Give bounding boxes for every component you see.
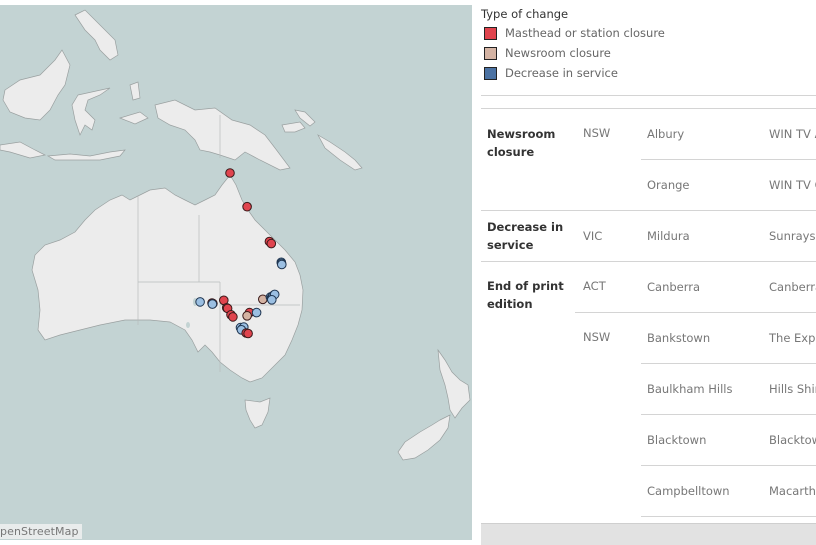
land-philippines	[74, 9, 119, 61]
divider	[481, 95, 816, 96]
legend-swatch-newsroom	[484, 46, 497, 60]
town-cell[interactable]: Campbelltown	[647, 484, 730, 498]
land-new-guinea	[154, 99, 291, 171]
land-tasmania	[244, 397, 271, 429]
legend-label: Decrease in service	[505, 66, 618, 80]
details-panel: Type of change Masthead or station closu…	[478, 0, 816, 545]
town-cell[interactable]: Canberra	[647, 280, 700, 294]
outlet-cell[interactable]: Sunraysia Daily	[769, 229, 816, 243]
legend-item-masthead[interactable]: Masthead or station closure	[484, 26, 665, 40]
map-attribution[interactable]: penStreetMap	[0, 524, 82, 539]
land-solomons	[317, 134, 363, 171]
type-cell: End of print edition	[487, 279, 564, 311]
outlet-cell[interactable]: Hills Shire Times	[769, 382, 816, 396]
outlet-cell[interactable]: WIN TV Albury	[769, 127, 816, 141]
map-marker-decrease[interactable]	[207, 299, 218, 309]
map-marker-decrease[interactable]	[195, 297, 205, 307]
outlet-cell[interactable]: The Express	[769, 331, 816, 345]
town-cell[interactable]: Mildura	[647, 229, 690, 243]
town-cell[interactable]: Bankstown	[647, 331, 710, 345]
lake-torrens	[186, 322, 190, 328]
map-marker-masthead[interactable]	[242, 201, 252, 212]
row-divider	[641, 363, 816, 364]
state-cell: NSW	[583, 126, 611, 140]
state-divider	[575, 312, 816, 313]
land-new-britain	[281, 121, 306, 133]
map-marker-decrease[interactable]	[277, 259, 287, 270]
state-cell: VIC	[583, 229, 603, 243]
map-marker-decrease[interactable]	[267, 295, 277, 305]
state-cell: NSW	[583, 330, 611, 344]
land-lesser-sunda	[46, 149, 126, 161]
group-divider	[481, 261, 816, 262]
map-canvas[interactable]	[0, 5, 472, 540]
legend-item-newsroom[interactable]: Newsroom closure	[484, 46, 611, 60]
row-divider	[641, 465, 816, 466]
legend-title: Type of change	[481, 7, 569, 21]
map-marker-masthead[interactable]	[228, 312, 238, 322]
legend-label: Masthead or station closure	[505, 26, 665, 40]
land-maluku	[118, 111, 149, 125]
map-marker-newsroom[interactable]	[242, 311, 252, 321]
town-cell[interactable]: Albury	[647, 127, 684, 141]
map-marker-masthead[interactable]	[266, 238, 277, 249]
town-cell[interactable]: Baulkham Hills	[647, 382, 733, 396]
land-java	[0, 141, 47, 159]
map-view[interactable]: penStreetMap	[0, 5, 472, 540]
land-borneo	[2, 49, 71, 121]
outlet-cell[interactable]: WIN TV Orange	[769, 178, 816, 192]
outlet-cell[interactable]: Macarthur Chronicle	[769, 484, 816, 498]
land-halmahera	[129, 81, 141, 101]
map-marker-masthead[interactable]	[225, 168, 235, 178]
town-cell[interactable]: Orange	[647, 178, 690, 192]
type-cell: Newsroom closure	[487, 127, 556, 159]
row-divider	[641, 159, 816, 160]
type-cell: Decrease in service	[487, 220, 564, 252]
row-divider	[641, 414, 816, 415]
horizontal-scrollbar[interactable]	[481, 523, 816, 545]
land-nz-south	[397, 414, 451, 461]
map-marker-decrease[interactable]	[251, 307, 262, 318]
town-cell[interactable]: Blacktown	[647, 433, 706, 447]
state-cell: ACT	[583, 279, 606, 293]
outlet-cell[interactable]: Blacktown Advocate	[769, 433, 816, 447]
land-nz-north	[437, 348, 471, 419]
table-top-border	[481, 108, 816, 109]
map-marker-masthead[interactable]	[243, 328, 253, 339]
land-sulawesi	[71, 87, 111, 136]
land-australia	[31, 174, 304, 383]
row-divider	[641, 516, 816, 517]
legend-label: Newsroom closure	[505, 46, 611, 60]
outlet-cell[interactable]: Canberra Chronicle	[769, 280, 816, 294]
legend-swatch-masthead	[484, 26, 497, 40]
legend-swatch-decrease	[484, 66, 497, 80]
legend-item-decrease[interactable]: Decrease in service	[484, 66, 618, 80]
group-divider	[481, 210, 816, 211]
